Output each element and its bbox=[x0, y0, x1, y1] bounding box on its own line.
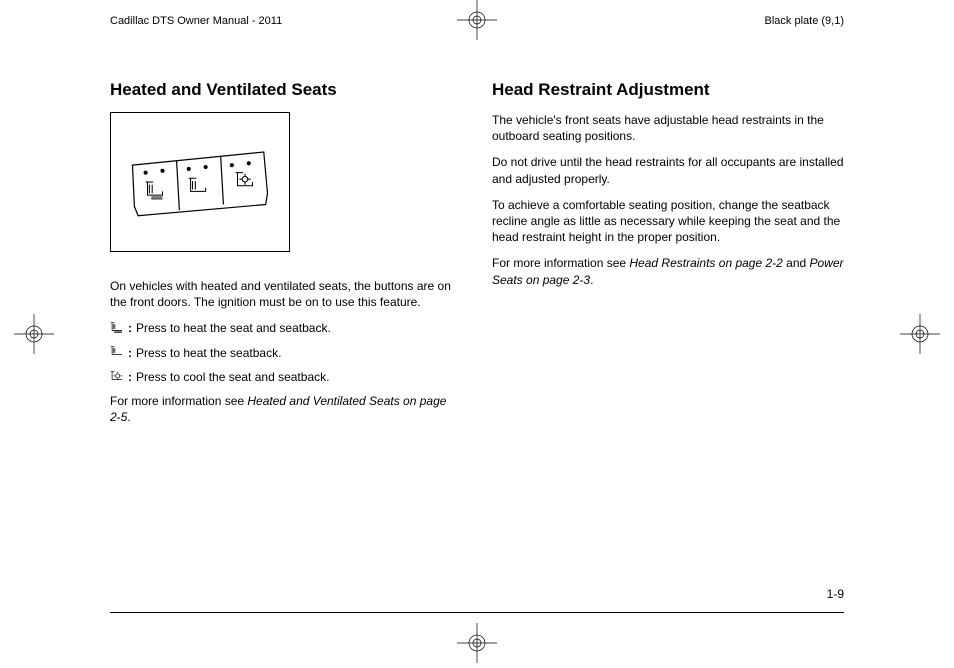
heat-seat-seatback-text: Press to heat the seat and seatback. bbox=[136, 320, 331, 336]
page-number: 1-9 bbox=[827, 587, 844, 601]
heated-ventilated-reference: For more information see Heated and Vent… bbox=[110, 393, 462, 425]
plate-label: Black plate (9,1) bbox=[765, 15, 844, 27]
ref-prefix-2: For more information see bbox=[492, 256, 629, 270]
colon-3: : bbox=[128, 369, 132, 385]
heat-seatback-line: : Press to heat the seatback. bbox=[110, 345, 462, 361]
ref-mid: and bbox=[783, 256, 810, 270]
seat-buttons-figure bbox=[110, 112, 290, 252]
heated-ventilated-heading: Heated and Ventilated Seats bbox=[110, 80, 462, 100]
manual-title: Cadillac DTS Owner Manual - 2011 bbox=[110, 15, 282, 27]
head-restraint-heading: Head Restraint Adjustment bbox=[492, 80, 844, 100]
page-footer: 1-9 bbox=[110, 583, 844, 613]
head-restraint-reference: For more information see Head Restraints… bbox=[492, 255, 844, 287]
colon-2: : bbox=[128, 345, 132, 361]
cool-seat-line: : Press to cool the seat and seatback. bbox=[110, 369, 462, 385]
heated-seat-full-icon bbox=[110, 321, 124, 333]
heated-seatback-icon bbox=[110, 346, 124, 358]
page-body: Heated and Ventilated Seats bbox=[110, 80, 844, 623]
ref-prefix-1: For more information see bbox=[110, 394, 247, 408]
head-restraint-p1: The vehicle's front seats have adjustabl… bbox=[492, 112, 844, 144]
cool-seat-text: Press to cool the seat and seatback. bbox=[136, 369, 329, 385]
head-restraint-p2: Do not drive until the head restraints f… bbox=[492, 154, 844, 186]
heat-seat-seatback-line: : Press to heat the seat and seatback. bbox=[110, 320, 462, 336]
colon-1: : bbox=[128, 320, 132, 336]
crop-mark-bottom bbox=[457, 623, 497, 663]
footer-rule bbox=[110, 612, 844, 613]
ref-suffix-2: . bbox=[590, 273, 593, 287]
ventilated-seat-icon bbox=[110, 370, 124, 382]
right-column: Head Restraint Adjustment The vehicle's … bbox=[492, 80, 844, 623]
heated-ventilated-intro: On vehicles with heated and ventilated s… bbox=[110, 278, 462, 310]
ref-link-head-restraints: Head Restraints on page 2‑2 bbox=[629, 256, 782, 270]
crop-mark-right bbox=[900, 314, 940, 354]
heat-seatback-text: Press to heat the seatback. bbox=[136, 345, 281, 361]
left-column: Heated and Ventilated Seats bbox=[110, 80, 462, 623]
ref-suffix-1: . bbox=[127, 410, 130, 424]
head-restraint-p3: To achieve a comfortable seating positio… bbox=[492, 197, 844, 246]
crop-mark-left bbox=[14, 314, 54, 354]
page-header: Cadillac DTS Owner Manual - 2011 Black p… bbox=[0, 15, 954, 27]
